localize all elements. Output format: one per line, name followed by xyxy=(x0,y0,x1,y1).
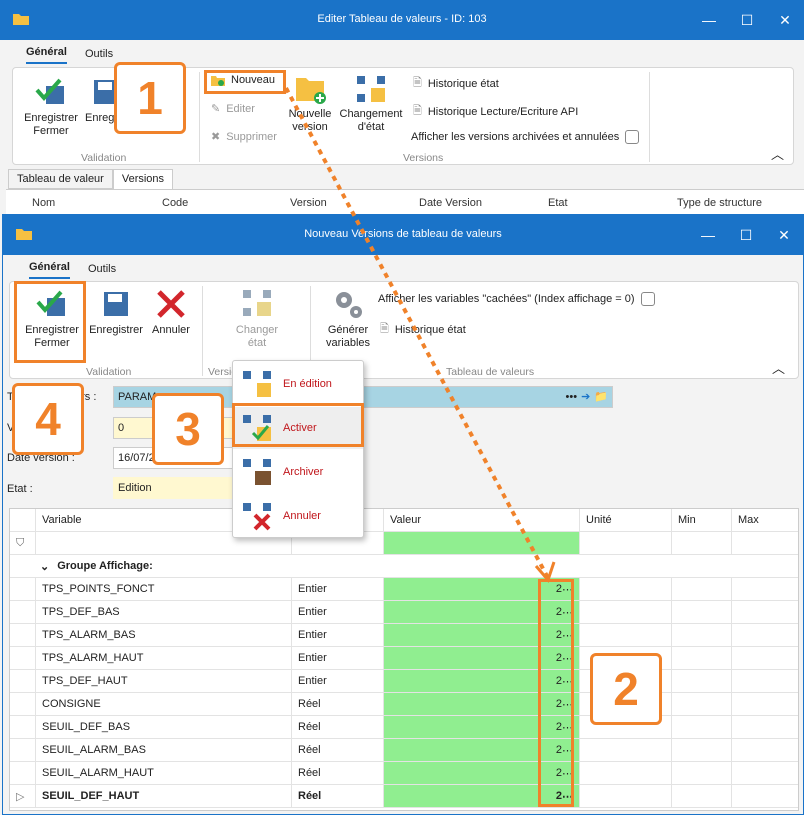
callout-1: 1 xyxy=(114,62,186,134)
callout-2: 2 xyxy=(590,653,662,725)
callout-4: 4 xyxy=(12,383,84,455)
callout-3: 3 xyxy=(152,393,224,465)
